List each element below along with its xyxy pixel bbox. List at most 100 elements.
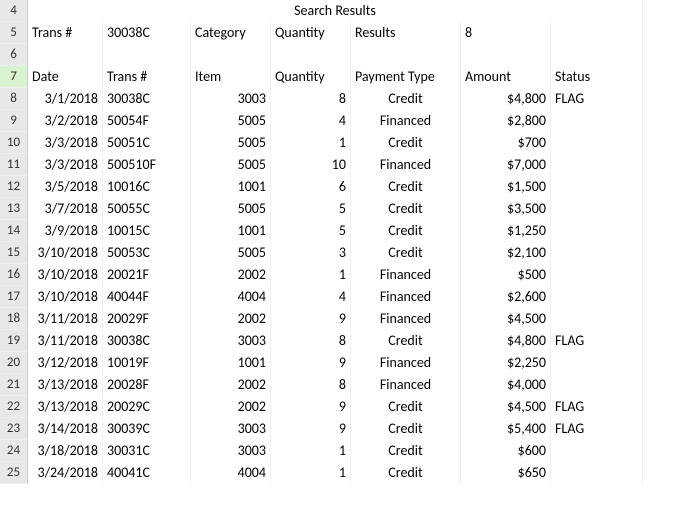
cell-status[interactable] xyxy=(551,220,643,242)
cell-status[interactable] xyxy=(551,198,643,220)
cell-item[interactable]: 2002 xyxy=(191,264,271,286)
empty-cell[interactable] xyxy=(191,44,271,66)
row-header[interactable]: 18 xyxy=(0,308,28,330)
cell-item[interactable]: 5005 xyxy=(191,110,271,132)
row-header[interactable]: 19 xyxy=(0,330,28,352)
cell-trans[interactable]: 10019F xyxy=(103,352,191,374)
row-header[interactable]: 25 xyxy=(0,462,28,484)
cell-qty[interactable]: 6 xyxy=(271,176,351,198)
cell-date[interactable]: 3/18/2018 xyxy=(28,440,103,462)
cell-payment[interactable]: Financed xyxy=(351,308,461,330)
cell-qty[interactable]: 1 xyxy=(271,264,351,286)
cell-amount[interactable]: $4,500 xyxy=(461,308,551,330)
cell-amount[interactable]: $2,800 xyxy=(461,110,551,132)
cell-status[interactable] xyxy=(551,440,643,462)
cell-qty[interactable]: 9 xyxy=(271,396,351,418)
row-header[interactable]: 24 xyxy=(0,440,28,462)
col-header-amount[interactable]: Amount xyxy=(461,66,551,88)
cell-amount[interactable]: $2,600 xyxy=(461,286,551,308)
cell-item[interactable]: 4004 xyxy=(191,462,271,484)
cell-amount[interactable]: $5,400 xyxy=(461,418,551,440)
cell-qty[interactable]: 3 xyxy=(271,242,351,264)
row-header[interactable]: 14 xyxy=(0,220,28,242)
cell-amount[interactable]: $4,800 xyxy=(461,88,551,110)
cell-payment[interactable]: Financed xyxy=(351,374,461,396)
col-header-trans[interactable]: Trans # xyxy=(103,66,191,88)
search-trans-label[interactable]: Trans # xyxy=(28,22,103,44)
cell-item[interactable]: 2002 xyxy=(191,308,271,330)
cell-status[interactable] xyxy=(551,374,643,396)
row-header[interactable]: 20 xyxy=(0,352,28,374)
cell-date[interactable]: 3/24/2018 xyxy=(28,462,103,484)
empty-cell[interactable] xyxy=(351,44,461,66)
cell-payment[interactable]: Financed xyxy=(351,286,461,308)
cell-status[interactable]: FLAG xyxy=(551,418,643,440)
cell-payment[interactable]: Credit xyxy=(351,418,461,440)
cell-trans[interactable]: 10015C xyxy=(103,220,191,242)
cell-item[interactable]: 3003 xyxy=(191,330,271,352)
empty-cell[interactable] xyxy=(271,44,351,66)
cell-payment[interactable]: Financed xyxy=(351,352,461,374)
cell-date[interactable]: 3/10/2018 xyxy=(28,286,103,308)
cell-date[interactable]: 3/1/2018 xyxy=(28,88,103,110)
search-category-label[interactable]: Category xyxy=(191,22,271,44)
cell-status[interactable] xyxy=(551,264,643,286)
cell-qty[interactable]: 4 xyxy=(271,286,351,308)
cell-qty[interactable]: 9 xyxy=(271,308,351,330)
cell-item[interactable]: 1001 xyxy=(191,176,271,198)
cell-qty[interactable]: 10 xyxy=(271,154,351,176)
search-trans-value[interactable]: 30038C xyxy=(103,22,191,44)
cell-trans[interactable]: 50053C xyxy=(103,242,191,264)
cell-trans[interactable]: 20029C xyxy=(103,396,191,418)
col-header-item[interactable]: Item xyxy=(191,66,271,88)
cell-status[interactable] xyxy=(551,242,643,264)
row-header[interactable]: 22 xyxy=(0,396,28,418)
cell-status[interactable]: FLAG xyxy=(551,396,643,418)
cell-payment[interactable]: Credit xyxy=(351,176,461,198)
cell-status[interactable]: FLAG xyxy=(551,330,643,352)
cell-qty[interactable]: 5 xyxy=(271,220,351,242)
cell-trans[interactable]: 20021F xyxy=(103,264,191,286)
cell-item[interactable]: 3003 xyxy=(191,440,271,462)
cell-item[interactable]: 2002 xyxy=(191,396,271,418)
empty-cell[interactable] xyxy=(551,44,643,66)
cell-status[interactable] xyxy=(551,308,643,330)
row-header[interactable]: 7 xyxy=(0,66,28,88)
cell-date[interactable]: 3/13/2018 xyxy=(28,396,103,418)
cell-trans[interactable]: 30038C xyxy=(103,330,191,352)
cell-trans[interactable]: 30031C xyxy=(103,440,191,462)
cell-item[interactable]: 5005 xyxy=(191,132,271,154)
empty-cell[interactable] xyxy=(28,44,103,66)
cell-payment[interactable]: Credit xyxy=(351,440,461,462)
cell-amount[interactable]: $4,000 xyxy=(461,374,551,396)
cell-date[interactable]: 3/11/2018 xyxy=(28,330,103,352)
cell-date[interactable]: 3/14/2018 xyxy=(28,418,103,440)
search-quantity-label[interactable]: Quantity xyxy=(271,22,351,44)
cell-trans[interactable]: 20028F xyxy=(103,374,191,396)
cell-qty[interactable]: 1 xyxy=(271,132,351,154)
cell-trans[interactable]: 30039C xyxy=(103,418,191,440)
cell-date[interactable]: 3/10/2018 xyxy=(28,264,103,286)
row-header[interactable]: 16 xyxy=(0,264,28,286)
cell-amount[interactable]: $1,250 xyxy=(461,220,551,242)
row-header[interactable]: 12 xyxy=(0,176,28,198)
cell-date[interactable]: 3/12/2018 xyxy=(28,352,103,374)
cell-payment[interactable]: Credit xyxy=(351,220,461,242)
cell-item[interactable]: 1001 xyxy=(191,352,271,374)
cell-date[interactable]: 3/2/2018 xyxy=(28,110,103,132)
cell-payment[interactable]: Financed xyxy=(351,110,461,132)
row-header[interactable]: 5 xyxy=(0,22,28,44)
cell-qty[interactable]: 9 xyxy=(271,352,351,374)
cell-qty[interactable]: 8 xyxy=(271,330,351,352)
row-header[interactable]: 6 xyxy=(0,44,28,66)
row-header[interactable]: 4 xyxy=(0,0,28,22)
cell-amount[interactable]: $4,800 xyxy=(461,330,551,352)
cell-date[interactable]: 3/11/2018 xyxy=(28,308,103,330)
cell-trans[interactable]: 10016C xyxy=(103,176,191,198)
cell-amount[interactable]: $600 xyxy=(461,440,551,462)
row-header[interactable]: 23 xyxy=(0,418,28,440)
row-header[interactable]: 10 xyxy=(0,132,28,154)
cell-amount[interactable]: $650 xyxy=(461,462,551,484)
cell-payment[interactable]: Credit xyxy=(351,88,461,110)
cell-status[interactable]: FLAG xyxy=(551,88,643,110)
